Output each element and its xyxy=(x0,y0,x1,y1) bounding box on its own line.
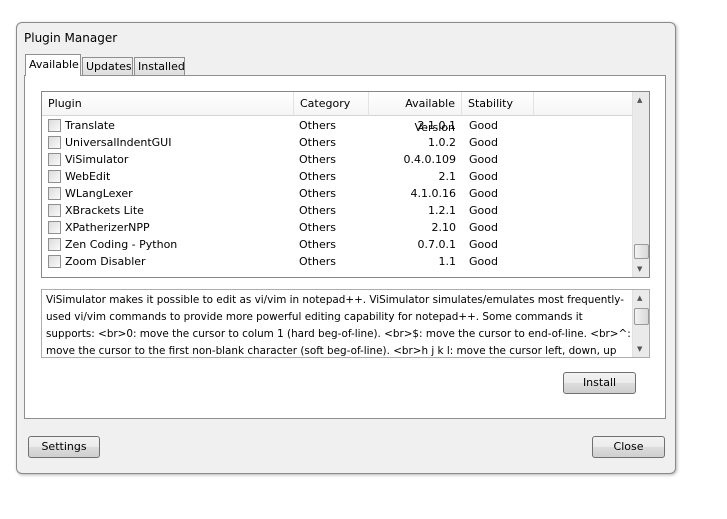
cell-category: Others xyxy=(299,170,336,183)
cell-category: Others xyxy=(299,136,336,149)
table-row[interactable]: Zoom Disabler Others 1.1 Good xyxy=(42,253,632,270)
cell-version: 1.1 xyxy=(438,255,457,268)
tab-installed[interactable]: Installed xyxy=(134,57,185,76)
dialog-title: Plugin Manager xyxy=(24,31,118,45)
cell-category: Others xyxy=(299,204,336,217)
cell-version: 2.1 xyxy=(438,170,457,183)
row-checkbox[interactable] xyxy=(48,221,61,234)
scroll-up-icon[interactable]: ▲ xyxy=(637,294,642,302)
table-row[interactable]: UniversalIndentGUI Others 1.0.2 Good xyxy=(42,134,632,151)
table-row[interactable]: Translate Others 2.1.0.1 Good xyxy=(42,117,632,134)
cell-plugin: WebEdit xyxy=(65,170,111,183)
cell-stability: Good xyxy=(469,136,498,149)
table-row[interactable]: XBrackets Lite Others 1.2.1 Good xyxy=(42,202,632,219)
cell-plugin: WLangLexer xyxy=(65,187,133,200)
plugin-list[interactable]: Plugin Category Available Version Stabil… xyxy=(41,91,650,278)
row-checkbox[interactable] xyxy=(48,153,61,166)
row-checkbox[interactable] xyxy=(48,119,61,132)
header-filler xyxy=(534,92,633,116)
cell-version: 4.1.0.16 xyxy=(410,187,456,200)
cell-category: Others xyxy=(299,238,336,251)
table-row[interactable]: WLangLexer Others 4.1.0.16 Good xyxy=(42,185,632,202)
row-checkbox[interactable] xyxy=(48,187,61,200)
table-row[interactable]: Zen Coding - Python Others 0.7.0.1 Good xyxy=(42,236,632,253)
cell-version: 0.7.0.1 xyxy=(417,238,456,251)
cell-stability: Good xyxy=(469,170,498,183)
cell-plugin: XBrackets Lite xyxy=(65,204,144,217)
scroll-up-icon[interactable]: ▲ xyxy=(637,96,642,104)
settings-button[interactable]: Settings xyxy=(28,436,100,458)
cell-stability: Good xyxy=(469,238,498,251)
scroll-thumb[interactable] xyxy=(634,308,649,325)
cell-version: 1.0.2 xyxy=(428,136,456,149)
table-row[interactable]: WebEdit Others 2.1 Good xyxy=(42,168,632,185)
cell-plugin: ViSimulator xyxy=(65,153,129,166)
description-box[interactable]: ViSimulator makes it possible to edit as… xyxy=(41,289,650,358)
cell-category: Others xyxy=(299,255,336,268)
cell-plugin: Translate xyxy=(65,119,115,132)
cell-version: 2.1.0.1 xyxy=(417,119,456,132)
row-checkbox[interactable] xyxy=(48,170,61,183)
cell-plugin: Zoom Disabler xyxy=(65,255,146,268)
description-text: ViSimulator makes it possible to edit as… xyxy=(46,294,631,357)
scroll-thumb[interactable] xyxy=(634,244,649,259)
scroll-down-icon[interactable]: ▼ xyxy=(637,345,642,353)
cell-stability: Good xyxy=(469,255,498,268)
cell-stability: Good xyxy=(469,187,498,200)
cell-plugin: Zen Coding - Python xyxy=(65,238,178,251)
header-plugin[interactable]: Plugin xyxy=(42,92,294,116)
cell-category: Others xyxy=(299,221,336,234)
install-button[interactable]: Install xyxy=(563,372,636,394)
cell-category: Others xyxy=(299,119,336,132)
row-checkbox[interactable] xyxy=(48,255,61,268)
row-checkbox[interactable] xyxy=(48,204,61,217)
table-row[interactable]: XPatherizerNPP Others 2.10 Good xyxy=(42,219,632,236)
table-row[interactable]: ViSimulator Others 0.4.0.109 Good xyxy=(42,151,632,168)
cell-version: 1.2.1 xyxy=(428,204,456,217)
cell-stability: Good xyxy=(469,221,498,234)
scroll-down-icon[interactable]: ▼ xyxy=(637,265,642,273)
header-category[interactable]: Category xyxy=(294,92,369,116)
header-version[interactable]: Available Version xyxy=(369,92,462,134)
cell-version: 0.4.0.109 xyxy=(403,153,456,166)
tab-available[interactable]: Available xyxy=(25,54,81,76)
row-checkbox[interactable] xyxy=(48,238,61,251)
description-scrollbar[interactable]: ▲ ▼ xyxy=(632,290,649,357)
list-scrollbar[interactable]: ▲ ▼ xyxy=(632,92,649,277)
cell-category: Others xyxy=(299,187,336,200)
header-stability[interactable]: Stability xyxy=(462,92,534,116)
row-checkbox[interactable] xyxy=(48,136,61,149)
close-button[interactable]: Close xyxy=(592,436,665,458)
cell-stability: Good xyxy=(469,204,498,217)
cell-stability: Good xyxy=(469,153,498,166)
cell-stability: Good xyxy=(469,119,498,132)
cell-version: 2.10 xyxy=(431,221,457,234)
cell-plugin: XPatherizerNPP xyxy=(65,221,150,234)
tab-updates[interactable]: Updates xyxy=(82,57,133,76)
cell-category: Others xyxy=(299,153,336,166)
cell-plugin: UniversalIndentGUI xyxy=(65,136,172,149)
